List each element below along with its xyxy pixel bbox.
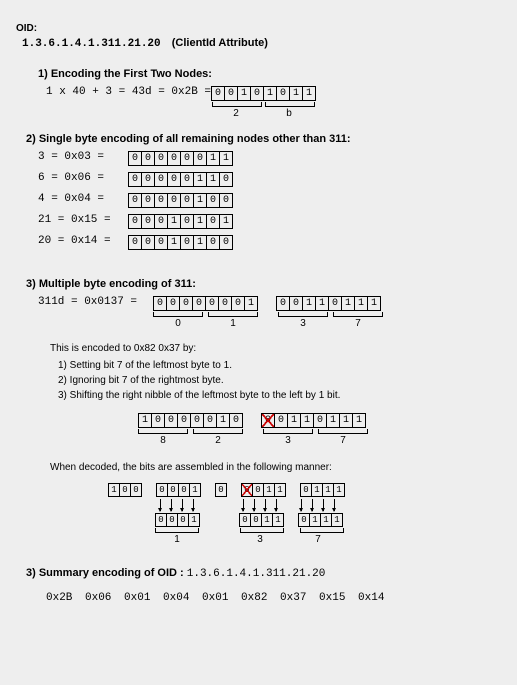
s3-decode-text: When decoded, the bits are assembled in … [50,462,509,473]
summary-bytes: 0x2B 0x06 0x01 0x04 0x01 0x82 0x37 0x15 … [46,592,509,604]
s1-bits-wrap: 00101011 2 b [211,86,316,119]
oid-note: (ClientId Attribute) [172,37,268,49]
s3-enc1: 10000010 [138,413,243,428]
oid-value: 1.3.6.1.4.1.311.21.20 [22,38,161,50]
s1-nibble-r: b [264,108,314,119]
section4-title: 3) Summary encoding of OID : 1.3.6.1.4.1… [26,567,509,580]
s3-enc2: 00110111 [261,413,366,428]
section1-title: 1) Encoding the First Two Nodes: [38,68,509,80]
s3-decode-diagram: 100 0001 0 0011 0111 0001 0011 0111 1 3 … [108,483,509,545]
s2-rows: 3 = 0x03 =000000116 = 0x06 =000001104 = … [8,151,509,250]
s3-expr: 311d = 0x0137 = [8,296,153,308]
s3-bytes-wrap: 00000001 00110111 0 1 3 7 [153,296,383,329]
s1-expr: 1 x 40 + 3 = 43d = 0x2B = [8,86,211,98]
s3-encoded-wrap: 10000010 00110111 8 2 3 7 [138,413,509,446]
s3-byte1: 00000001 [153,296,258,311]
page-title: OID: [16,23,509,34]
s1-nibble-l: 2 [211,108,261,119]
s1-bits: 00101011 [211,86,316,101]
section2-title: 2) Single byte encoding of all remaining… [26,133,509,145]
s3-explain: This is encoded to 0x82 0x37 by: [50,343,509,354]
s3-byte2: 00110111 [276,296,381,311]
oid-header: 1.3.6.1.4.1.311.21.20 (ClientId Attribut… [22,37,509,50]
section3-title: 3) Multiple byte encoding of 311: [26,278,509,290]
s3-steps: 1) Setting bit 7 of the leftmost byte to… [58,358,509,403]
